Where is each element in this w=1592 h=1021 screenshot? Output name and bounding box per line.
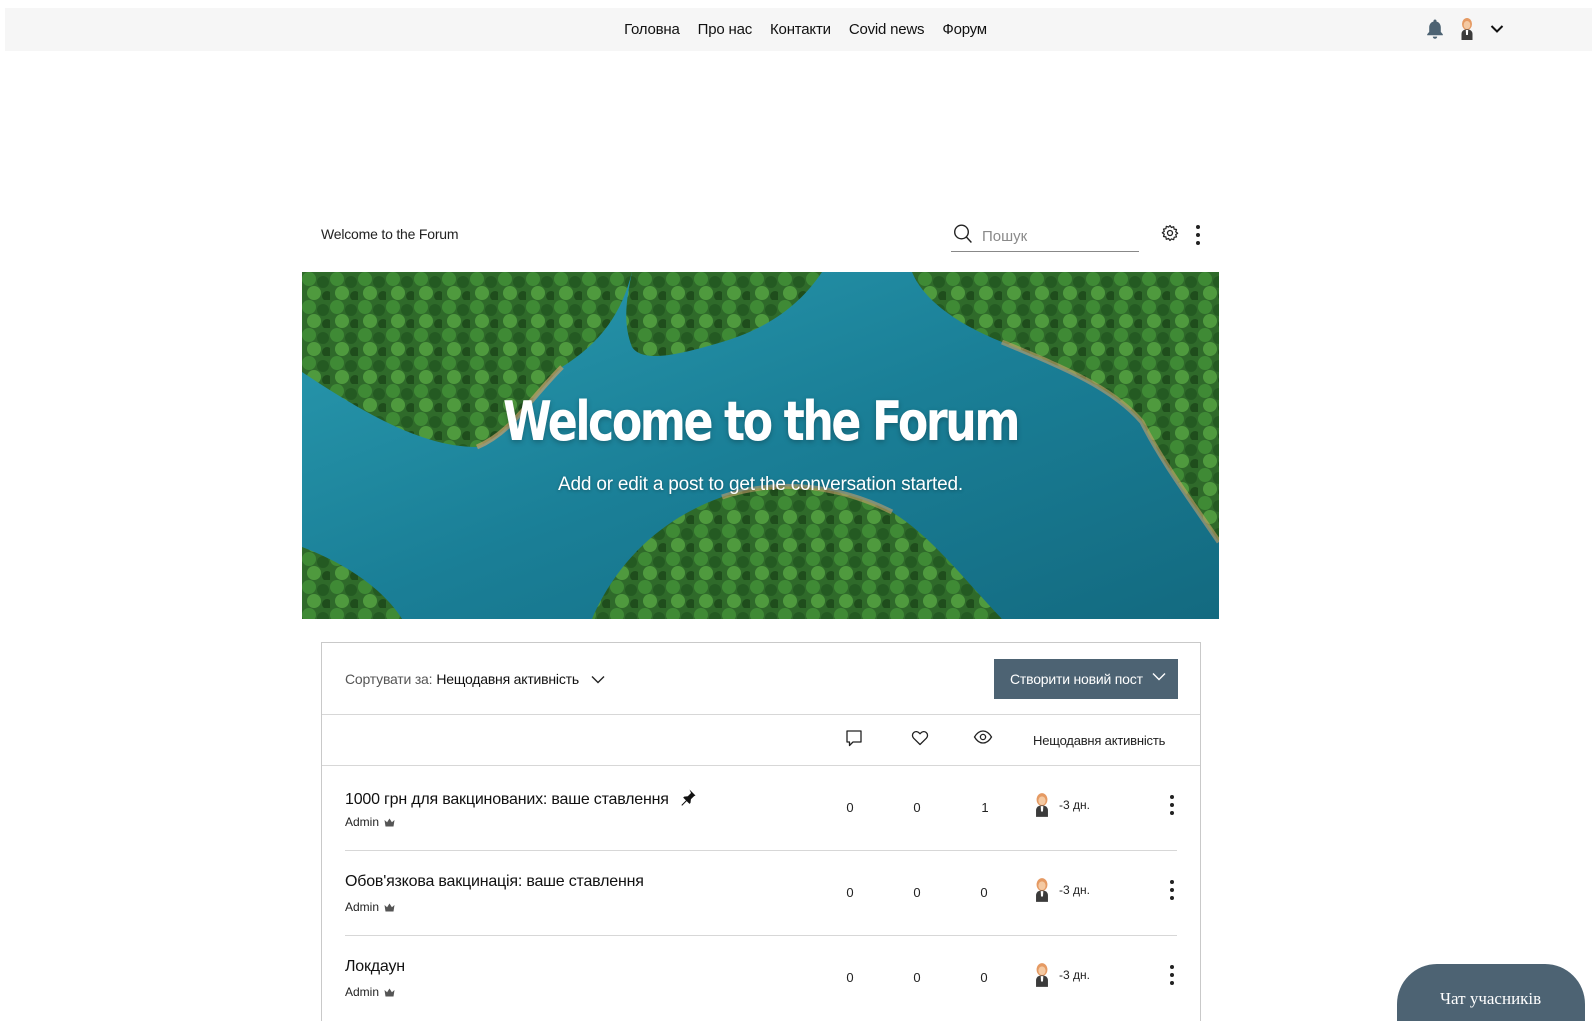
like-count: 0 [913, 885, 921, 900]
forum-header: Welcome to the Forum [321, 222, 1221, 252]
nav-item-about[interactable]: Про нас [689, 21, 761, 38]
nav-item-forum[interactable]: Форум [933, 21, 996, 38]
recent-activity-header: Нещодавня активність [1033, 733, 1166, 748]
forum-title: Welcome to the Forum [321, 226, 459, 242]
nav-item-home[interactable]: Головна [615, 21, 689, 38]
pin-icon [679, 788, 697, 811]
comment-count: 0 [846, 800, 854, 815]
hero-subtitle: Add or edit a post to get the conversati… [558, 474, 963, 495]
view-count: 0 [980, 970, 988, 985]
comment-count: 0 [846, 970, 854, 985]
site-header: Головна Про нас Контакти Covid news Фору… [5, 8, 1592, 51]
like-count: 0 [913, 970, 921, 985]
user-avatar[interactable] [1033, 877, 1051, 903]
post-activity: -3 дн. [1033, 792, 1090, 818]
hero-title: Welcome to the Forum [502, 390, 1021, 453]
post-activity: -3 дн. [1033, 962, 1090, 988]
post-more-options-icon[interactable] [1169, 794, 1175, 821]
create-post-label: Створити новий пост [1010, 671, 1143, 687]
sort-label: Сортувати за: [345, 671, 433, 687]
author-name: Admin [345, 985, 380, 999]
posts-panel: Сортувати за: Нещодавня активність Створ… [321, 642, 1201, 1021]
search-icon[interactable] [953, 223, 973, 250]
post-more-options-icon[interactable] [1169, 964, 1175, 991]
crown-icon [384, 818, 395, 826]
crown-icon [384, 903, 395, 911]
crown-icon [384, 988, 395, 996]
post-author[interactable]: Admin [345, 985, 395, 999]
author-name: Admin [345, 815, 380, 829]
chevron-down-icon [591, 675, 605, 683]
activity-time: -3 дн. [1059, 798, 1090, 812]
eye-icon [973, 729, 993, 750]
chevron-down-icon[interactable] [1490, 24, 1504, 34]
post-title-text: 1000 грн для вакцинованих: ваше ставленн… [345, 790, 669, 808]
post-title[interactable]: Локдаун [345, 958, 405, 976]
post-activity: -3 дн. [1033, 877, 1090, 903]
hero-banner: Welcome to the Forum Add or edit a post … [302, 272, 1219, 619]
comment-icon [845, 729, 863, 754]
post-title-text: Обов'язкова вакцинація: ваше ставлення [345, 873, 644, 890]
activity-time: -3 дн. [1059, 883, 1090, 897]
main-nav: Головна Про нас Контакти Covid news Фору… [5, 8, 1592, 51]
search-box [951, 222, 1139, 252]
author-name: Admin [345, 900, 380, 914]
sort-dropdown[interactable]: Сортувати за: Нещодавня активність [345, 671, 605, 687]
posts-toolbar: Сортувати за: Нещодавня активність Створ… [322, 643, 1200, 715]
view-count: 1 [981, 800, 989, 815]
user-avatar[interactable] [1033, 792, 1051, 818]
user-avatar[interactable] [1033, 962, 1051, 988]
chevron-down-icon [1152, 673, 1166, 681]
post-author[interactable]: Admin [345, 900, 395, 914]
gear-icon[interactable] [1161, 224, 1179, 247]
bell-icon[interactable] [1426, 18, 1444, 40]
sort-value: Нещодавня активність [436, 671, 579, 687]
nav-item-contacts[interactable]: Контакти [761, 21, 840, 38]
search-input[interactable] [982, 228, 1132, 245]
heart-icon [911, 729, 929, 752]
post-author[interactable]: Admin [345, 815, 395, 829]
post-row[interactable]: Обов'язкова вакцинація: ваше ставлення A… [322, 851, 1200, 936]
more-options-icon[interactable] [1195, 224, 1201, 251]
like-count: 0 [913, 800, 921, 815]
post-row[interactable]: 1000 грн для вакцинованих: ваше ставленн… [322, 766, 1200, 851]
post-title[interactable]: 1000 грн для вакцинованих: ваше ставленн… [345, 788, 697, 811]
post-title-text: Локдаун [345, 958, 405, 975]
comment-count: 0 [846, 885, 854, 900]
post-title[interactable]: Обов'язкова вакцинація: ваше ставлення [345, 873, 644, 891]
activity-time: -3 дн. [1059, 968, 1090, 982]
user-menu [1426, 16, 1504, 42]
members-chat-button[interactable]: Чат учасників [1397, 964, 1585, 1021]
view-count: 0 [980, 885, 988, 900]
nav-item-covid-news[interactable]: Covid news [840, 21, 934, 38]
post-row[interactable]: Локдаун Admin 0 0 0 -3 дн. [322, 936, 1200, 1021]
post-more-options-icon[interactable] [1169, 879, 1175, 906]
user-avatar[interactable] [1456, 16, 1478, 42]
posts-column-headers: Нещодавня активність [322, 715, 1200, 766]
create-post-button[interactable]: Створити новий пост [994, 659, 1178, 699]
